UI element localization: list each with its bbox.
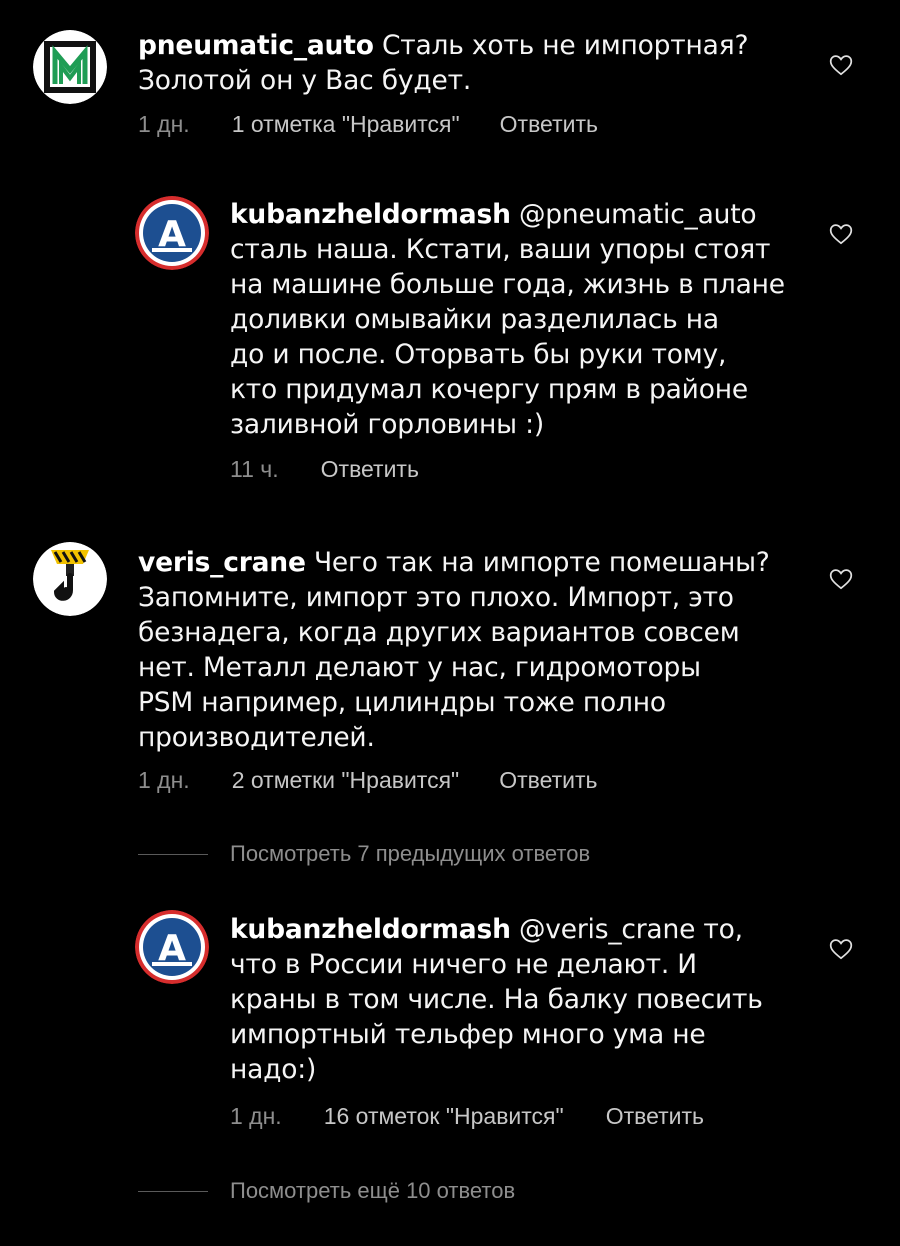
comment-body: veris_crane Чего так на импорте помешаны… [138, 545, 818, 755]
kubanzheldormash-logo-icon: А [135, 196, 209, 270]
view-previous-replies[interactable]: Посмотреть 7 предыдущих ответов [138, 841, 590, 867]
comment-meta: 11 ч. Ответить [230, 456, 419, 483]
comment-meta: 1 дн. 2 отметки "Нравится" Ответить [138, 767, 598, 794]
comment-username[interactable]: pneumatic_auto [138, 30, 374, 61]
comment-text: сталь наша. Кстати, ваши упоры стоят на … [230, 234, 785, 440]
avatar[interactable] [33, 542, 107, 616]
divider-line [138, 853, 208, 855]
like-heart-icon[interactable] [828, 221, 854, 247]
reply-button[interactable]: Ответить [500, 111, 598, 138]
kubanzheldormash-logo-icon: А [135, 910, 209, 984]
pneumatic-logo-icon [33, 30, 107, 104]
comment-username[interactable]: kubanzheldormash [230, 914, 511, 945]
like-heart-icon[interactable] [828, 936, 854, 962]
view-more-label[interactable]: Посмотреть ещё 10 ответов [230, 1178, 515, 1204]
comment-time: 1 дн. [230, 1103, 282, 1129]
avatar[interactable]: А [135, 196, 209, 270]
comment-time: 1 дн. [138, 111, 190, 137]
crane-hook-icon [33, 542, 107, 616]
comment-time: 11 ч. [230, 456, 279, 482]
comment-time: 1 дн. [138, 767, 190, 793]
avatar[interactable]: А [135, 910, 209, 984]
like-heart-icon[interactable] [828, 52, 854, 78]
comment-likes[interactable]: 2 отметки "Нравится" [232, 767, 460, 794]
avatar[interactable] [33, 30, 107, 104]
comment-body: pneumatic_auto Сталь хоть не импортная? … [138, 28, 798, 98]
reply-button[interactable]: Ответить [606, 1103, 704, 1130]
comment-body: kubanzheldormash @veris_crane то, что в … [230, 912, 810, 1087]
reply-button[interactable]: Ответить [499, 767, 597, 794]
comment-body: kubanzheldormash @pneumatic_auto сталь н… [230, 197, 810, 442]
comment-mention[interactable]: @veris_crane [519, 914, 695, 945]
comment-username[interactable]: veris_crane [138, 547, 306, 578]
comment-likes[interactable]: 16 отметок "Нравится" [324, 1103, 564, 1130]
comment-meta: 1 дн. 16 отметок "Нравится" Ответить [230, 1103, 704, 1130]
comment-username[interactable]: kubanzheldormash [230, 199, 511, 230]
divider-line [138, 1190, 208, 1192]
view-more-replies[interactable]: Посмотреть ещё 10 ответов [138, 1178, 515, 1204]
comment-mention[interactable]: @pneumatic_auto [519, 199, 757, 230]
comment-likes[interactable]: 1 отметка "Нравится" [232, 111, 460, 138]
comment-meta: 1 дн. 1 отметка "Нравится" Ответить [138, 111, 598, 138]
like-heart-icon[interactable] [828, 566, 854, 592]
reply-button[interactable]: Ответить [321, 456, 419, 483]
view-previous-label[interactable]: Посмотреть 7 предыдущих ответов [230, 841, 590, 867]
